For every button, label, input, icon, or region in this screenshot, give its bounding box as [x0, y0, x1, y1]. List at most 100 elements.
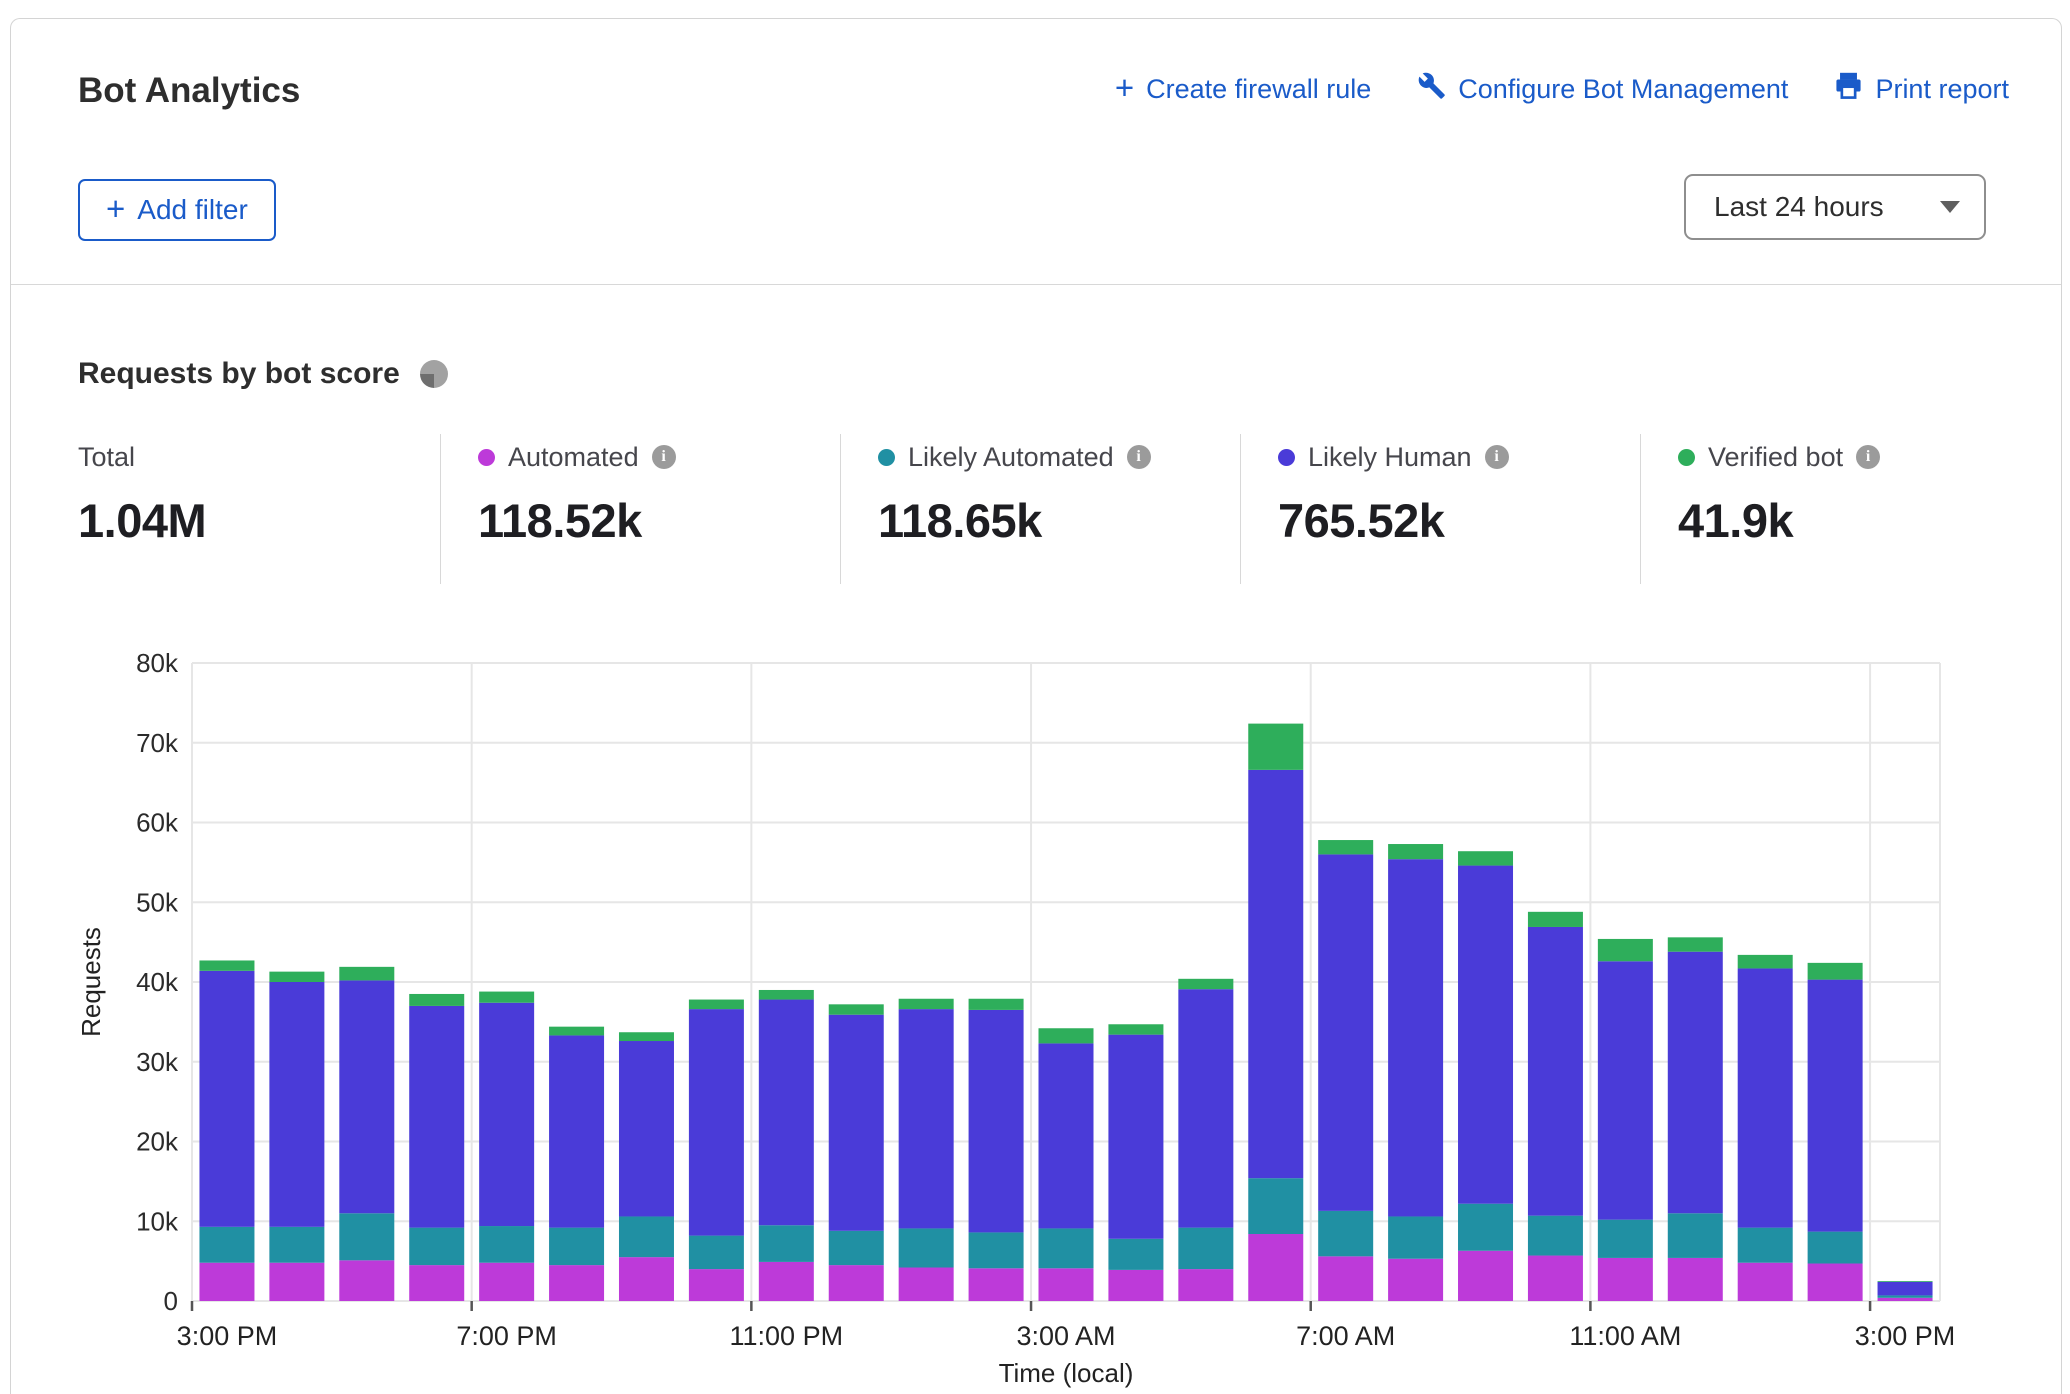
bar-segment[interactable] [1388, 1259, 1443, 1301]
bar-segment[interactable] [1598, 939, 1653, 961]
bar-segment[interactable] [1248, 1234, 1303, 1301]
bar-segment[interactable] [1458, 1251, 1513, 1301]
bar-segment[interactable] [759, 1225, 814, 1262]
bar-segment[interactable] [1738, 1228, 1793, 1263]
bar-segment[interactable] [619, 1216, 674, 1257]
bar-segment[interactable] [199, 1227, 254, 1263]
bar-segment[interactable] [1528, 1216, 1583, 1256]
bar-segment[interactable] [969, 1268, 1024, 1301]
bar-segment[interactable] [1528, 912, 1583, 927]
bar-segment[interactable] [1108, 1035, 1163, 1239]
bar-segment[interactable] [479, 1263, 534, 1301]
bar-segment[interactable] [829, 1004, 884, 1014]
bar-segment[interactable] [339, 1260, 394, 1301]
bar-segment[interactable] [759, 1262, 814, 1301]
bar-segment[interactable] [969, 999, 1024, 1010]
bar-segment[interactable] [1458, 851, 1513, 865]
bar-segment[interactable] [899, 1228, 954, 1267]
bar-segment[interactable] [1039, 1043, 1094, 1228]
bar-segment[interactable] [1668, 937, 1723, 951]
bar-segment[interactable] [689, 1269, 744, 1301]
bar-segment[interactable] [1388, 844, 1443, 859]
bar-segment[interactable] [759, 1000, 814, 1226]
bar-segment[interactable] [1598, 961, 1653, 1219]
bar-segment[interactable] [619, 1257, 674, 1301]
bar-segment[interactable] [409, 1265, 464, 1301]
bar-segment[interactable] [1458, 866, 1513, 1204]
bar-segment[interactable] [1318, 1256, 1373, 1301]
bar-segment[interactable] [339, 967, 394, 981]
bar-segment[interactable] [1178, 1228, 1233, 1269]
bar-segment[interactable] [1178, 1269, 1233, 1301]
bar-segment[interactable] [829, 1231, 884, 1265]
bar-segment[interactable] [899, 999, 954, 1009]
bar-segment[interactable] [549, 1265, 604, 1301]
bar-segment[interactable] [339, 980, 394, 1213]
bar-segment[interactable] [1738, 1263, 1793, 1301]
bar-segment[interactable] [1458, 1204, 1513, 1251]
bar-segment[interactable] [409, 1228, 464, 1265]
bar-segment[interactable] [1528, 1256, 1583, 1301]
bar-segment[interactable] [1808, 980, 1863, 1232]
bar-segment[interactable] [689, 1000, 744, 1010]
bar-segment[interactable] [1808, 963, 1863, 980]
bar-segment[interactable] [1178, 979, 1233, 989]
bar-segment[interactable] [1738, 955, 1793, 969]
bar-segment[interactable] [1878, 1298, 1933, 1301]
requests-by-bot-score-chart[interactable]: 010k20k30k40k50k60k70k80k3:00 PM7:00 PM1… [0, 0, 2070, 1394]
bar-segment[interactable] [1039, 1228, 1094, 1268]
bar-segment[interactable] [1039, 1028, 1094, 1043]
bar-segment[interactable] [1738, 968, 1793, 1227]
bar-segment[interactable] [199, 971, 254, 1227]
bar-segment[interactable] [1108, 1270, 1163, 1301]
bar-segment[interactable] [759, 990, 814, 1000]
bar-segment[interactable] [1108, 1024, 1163, 1034]
bar-segment[interactable] [549, 1228, 604, 1265]
bar-segment[interactable] [1178, 989, 1233, 1227]
bar-segment[interactable] [479, 1003, 534, 1226]
bar-segment[interactable] [409, 994, 464, 1006]
bar-segment[interactable] [1318, 854, 1373, 1210]
bar-segment[interactable] [269, 1227, 324, 1263]
bar-segment[interactable] [689, 1009, 744, 1235]
bar-segment[interactable] [479, 1226, 534, 1263]
bar-segment[interactable] [1318, 840, 1373, 854]
bar-segment[interactable] [1248, 1178, 1303, 1234]
bar-segment[interactable] [1388, 859, 1443, 1216]
bar-segment[interactable] [829, 1265, 884, 1301]
bar-segment[interactable] [1598, 1258, 1653, 1301]
bar-segment[interactable] [1248, 770, 1303, 1178]
bar-segment[interactable] [549, 1035, 604, 1227]
bar-segment[interactable] [1318, 1211, 1373, 1256]
bar-segment[interactable] [339, 1213, 394, 1260]
bar-segment[interactable] [619, 1041, 674, 1216]
bar-segment[interactable] [1668, 1258, 1723, 1301]
bar-segment[interactable] [479, 992, 534, 1003]
bar-segment[interactable] [969, 1232, 1024, 1268]
bar-segment[interactable] [1528, 927, 1583, 1216]
bar-segment[interactable] [269, 972, 324, 982]
bar-segment[interactable] [1808, 1264, 1863, 1301]
bar-segment[interactable] [409, 1006, 464, 1228]
bar-segment[interactable] [199, 960, 254, 970]
bar-segment[interactable] [1878, 1295, 1933, 1297]
bar-segment[interactable] [1878, 1282, 1933, 1296]
bar-segment[interactable] [829, 1015, 884, 1231]
bar-segment[interactable] [549, 1027, 604, 1036]
bar-segment[interactable] [1039, 1268, 1094, 1301]
bar-segment[interactable] [1668, 952, 1723, 1214]
bar-segment[interactable] [1108, 1239, 1163, 1270]
bar-segment[interactable] [269, 982, 324, 1227]
bar-segment[interactable] [1388, 1216, 1443, 1258]
bar-segment[interactable] [969, 1010, 1024, 1233]
bar-segment[interactable] [269, 1263, 324, 1301]
bar-segment[interactable] [1878, 1281, 1933, 1282]
bar-segment[interactable] [1598, 1220, 1653, 1258]
bar-segment[interactable] [899, 1009, 954, 1228]
bar-segment[interactable] [1808, 1232, 1863, 1264]
bar-segment[interactable] [1248, 724, 1303, 770]
bar-segment[interactable] [619, 1032, 674, 1041]
bar-segment[interactable] [899, 1268, 954, 1301]
bar-segment[interactable] [1668, 1213, 1723, 1258]
bar-segment[interactable] [689, 1236, 744, 1269]
